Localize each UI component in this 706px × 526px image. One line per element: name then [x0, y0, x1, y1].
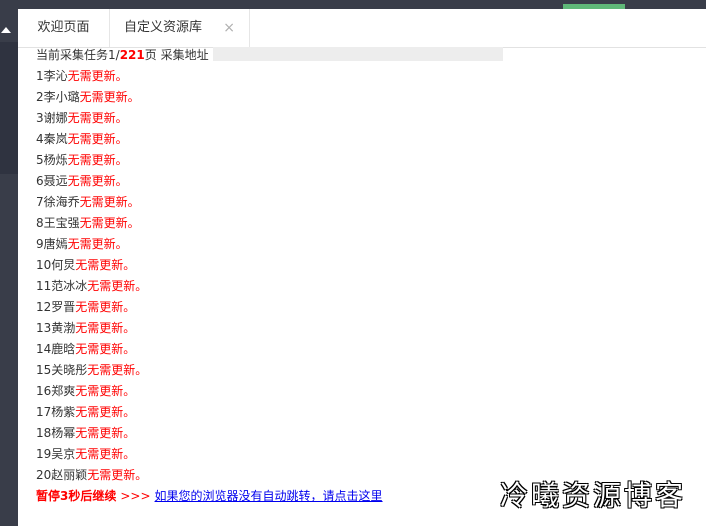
log-list: 1李沁无需更新。 2李小璐无需更新。 3谢娜无需更新。 4秦岚无需更新。 5杨烁无需更新… — [36, 66, 696, 486]
tab-label: 欢迎页面 — [37, 20, 90, 35]
sidebar-item[interactable] — [0, 108, 18, 141]
list-item: 10何炅无需更新。 — [36, 255, 696, 276]
sidebar-item[interactable] — [0, 42, 18, 75]
item-status: 无需更新。 — [87, 279, 148, 293]
item-name: 10何炅 — [36, 258, 76, 272]
item-status: 无需更新。 — [79, 195, 140, 209]
status-prefix: 当前采集任务1/ — [36, 48, 120, 62]
list-item: 12罗晋无需更新。 — [36, 297, 696, 318]
top-bar — [0, 0, 706, 9]
item-status: 无需更新。 — [67, 174, 128, 188]
tab-custom-resource-library[interactable]: 自定义资源库 × — [110, 9, 250, 47]
watermark-logo: 冷曦资源博客 — [500, 479, 687, 512]
sidebar-item[interactable] — [0, 141, 18, 174]
list-item: 2李小璐无需更新。 — [36, 87, 696, 108]
item-name: 4秦岚 — [36, 132, 68, 146]
item-status: 无需更新。 — [79, 216, 140, 230]
item-name: 7徐海乔 — [36, 195, 80, 209]
item-name: 20赵丽颖 — [36, 468, 88, 482]
item-status: 无需更新。 — [75, 342, 136, 356]
item-name: 16郑爽 — [36, 384, 76, 398]
item-status: 无需更新。 — [75, 300, 136, 314]
list-item: 9唐嫣无需更新。 — [36, 234, 696, 255]
list-item: 16郑爽无需更新。 — [36, 381, 696, 402]
item-name: 3谢娜 — [36, 111, 68, 125]
list-item: 4秦岚无需更新。 — [36, 129, 696, 150]
redirect-link[interactable]: 如果您的浏览器没有自动跳转，请点击这里 — [155, 489, 383, 503]
item-status: 无需更新。 — [87, 468, 148, 482]
sidebar-item[interactable] — [0, 75, 18, 108]
item-status: 无需更新。 — [75, 384, 136, 398]
item-status: 无需更新。 — [75, 426, 136, 440]
list-item: 15关晓彤无需更新。 — [36, 360, 696, 381]
sidebar — [0, 9, 18, 526]
item-name: 18杨幂 — [36, 426, 76, 440]
list-item: 11范冰冰无需更新。 — [36, 276, 696, 297]
total-pages: 221 — [119, 48, 145, 62]
list-item: 5杨烁无需更新。 — [36, 150, 696, 171]
item-status: 无需更新。 — [87, 363, 148, 377]
item-status: 无需更新。 — [75, 405, 136, 419]
pause-notice: 暂停3秒后继续 — [36, 489, 117, 503]
item-name: 9唐嫣 — [36, 237, 68, 251]
list-item: 13黄渤无需更新。 — [36, 318, 696, 339]
item-name: 11范冰冰 — [36, 279, 88, 293]
item-status: 无需更新。 — [67, 111, 128, 125]
close-icon[interactable]: × — [223, 9, 235, 47]
arrows: >>> — [120, 489, 151, 503]
list-item: 1李沁无需更新。 — [36, 66, 696, 87]
list-item: 3谢娜无需更新。 — [36, 108, 696, 129]
tab-label: 自定义资源库 — [124, 20, 203, 35]
item-name: 15关晓彤 — [36, 363, 88, 377]
item-name: 8王宝强 — [36, 216, 80, 230]
item-status: 无需更新。 — [67, 153, 128, 167]
item-status: 无需更新。 — [75, 321, 136, 335]
status-line: 当前采集任务1/221页 采集地址 — [36, 45, 696, 66]
item-name: 13黄渤 — [36, 321, 76, 335]
tab-bar: 欢迎页面 自定义资源库 × — [18, 9, 706, 48]
list-item: 19吴京无需更新。 — [36, 444, 696, 465]
item-status: 无需更新。 — [75, 447, 136, 461]
tab-welcome[interactable]: 欢迎页面 — [18, 9, 110, 47]
item-name: 2李小璐 — [36, 90, 80, 104]
item-name: 17杨紫 — [36, 405, 76, 419]
list-item: 7徐海乔无需更新。 — [36, 192, 696, 213]
status-suffix: 页 采集地址 — [144, 48, 209, 62]
item-status: 无需更新。 — [75, 258, 136, 272]
item-name: 19吴京 — [36, 447, 76, 461]
item-status: 无需更新。 — [67, 237, 128, 251]
item-name: 6聂远 — [36, 174, 68, 188]
list-item: 17杨紫无需更新。 — [36, 402, 696, 423]
list-item: 8王宝强无需更新。 — [36, 213, 696, 234]
item-name: 5杨烁 — [36, 153, 68, 167]
item-status: 无需更新。 — [67, 69, 128, 83]
item-status: 无需更新。 — [67, 132, 128, 146]
list-item: 18杨幂无需更新。 — [36, 423, 696, 444]
list-item: 14鹿晗无需更新。 — [36, 339, 696, 360]
redacted-url — [212, 47, 503, 61]
item-status: 无需更新。 — [79, 90, 140, 104]
item-name: 14鹿晗 — [36, 342, 76, 356]
item-name: 1李沁 — [36, 69, 68, 83]
collection-log: 当前采集任务1/221页 采集地址 1李沁无需更新。 2李小璐无需更新。 3谢娜无需… — [36, 45, 696, 507]
list-item: 6聂远无需更新。 — [36, 171, 696, 192]
item-name: 12罗晋 — [36, 300, 76, 314]
caret-up-icon[interactable] — [1, 27, 11, 33]
